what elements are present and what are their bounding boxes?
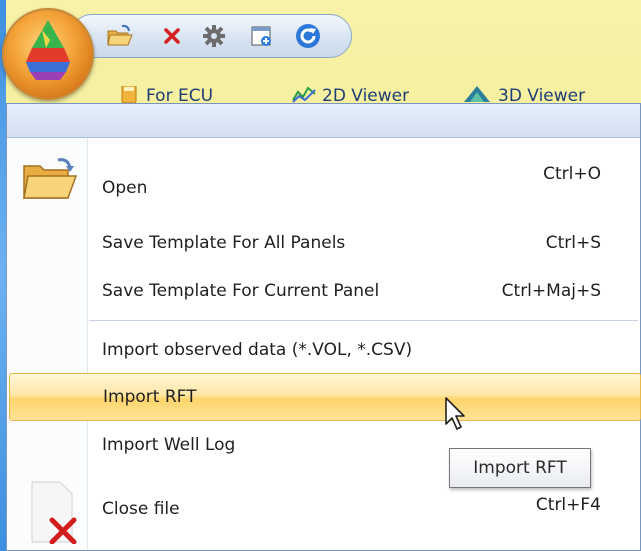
menu-item-shortcut: Ctrl+S [545,233,601,253]
menu-item-import-observed-data[interactable]: Import observed data (*.VOL, *.CSV) [8,328,639,372]
menu-item-label: Open [102,178,148,198]
menu-item-label: Import observed data (*.VOL, *.CSV) [102,340,413,360]
menu-item-open[interactable]: Open Ctrl+O [8,148,639,212]
menu-item-shortcut: Ctrl+F4 [535,495,601,515]
tooltip: Import RFT [449,448,591,488]
app-logo-icon [26,20,70,80]
close-file-icon [28,480,88,549]
mouse-cursor-icon [444,396,468,436]
gear-icon[interactable] [199,21,229,51]
folder-open-icon [20,154,80,211]
menu-separator [89,320,638,321]
menu-item-import-rft[interactable]: Import RFT [9,373,641,421]
refresh-icon[interactable] [293,21,323,51]
menu-item-label: Import Well Log [102,435,236,455]
menu-item-save-template-all-panels[interactable]: Save Template For All Panels Ctrl+S [8,221,639,265]
menu-item-shortcut: Ctrl+O [543,164,601,184]
menu-item-label: Save Template For All Panels [102,233,346,253]
menu-item-label: Save Template For Current Panel [102,281,380,301]
new-panel-icon[interactable] [247,21,277,51]
quick-access-toolbar [70,14,352,58]
menu-item-label: Close file [102,499,180,519]
menu-item-shortcut: Ctrl+Maj+S [501,281,601,301]
menu-item-label: Import RFT [103,387,197,407]
open-icon[interactable] [105,21,135,51]
close-icon[interactable] [157,21,187,51]
application-orb-button[interactable] [2,8,94,100]
menu-header [7,104,640,138]
menu-item-save-template-current-panel[interactable]: Save Template For Current Panel Ctrl+Maj… [8,269,639,313]
